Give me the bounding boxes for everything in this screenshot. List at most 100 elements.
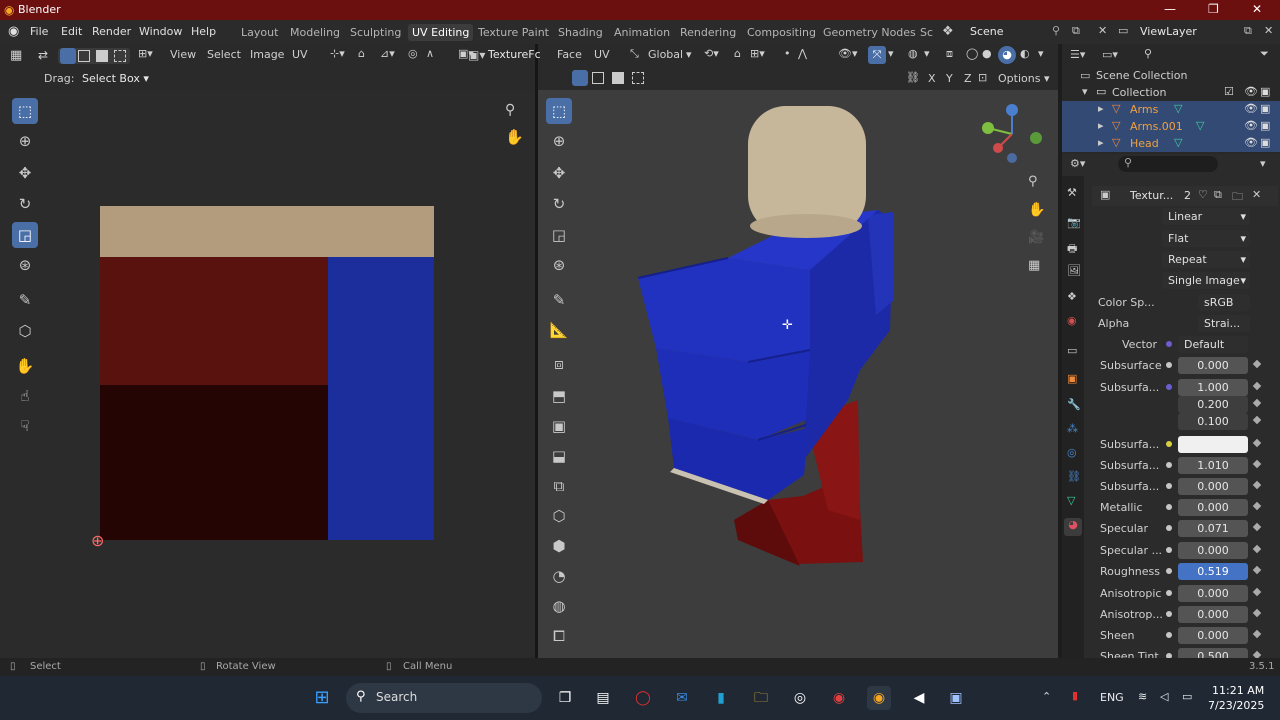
drag-select-box-dropdown[interactable]: Select Box ▾: [82, 72, 149, 85]
object-tab-icon[interactable]: ▣: [1067, 372, 1077, 385]
outliner-collection[interactable]: ▾ ▭ Collection ☑ 👁 ▣: [1062, 84, 1280, 101]
property-value-field[interactable]: 0.000: [1178, 627, 1248, 644]
property-value-field[interactable]: 1.010: [1178, 457, 1248, 474]
property-value-field[interactable]: 0.100: [1178, 413, 1248, 430]
property-value-field[interactable]: 0.000: [1178, 606, 1248, 623]
keyframe-icon[interactable]: [1252, 544, 1262, 554]
2d-cursor-icon[interactable]: ⊕: [91, 531, 104, 550]
collection-visibility-icon[interactable]: 👁: [1244, 85, 1258, 98]
arms001-render-icon[interactable]: ▣: [1260, 119, 1270, 132]
arms-visibility-icon[interactable]: 👁: [1244, 102, 1258, 115]
outliner-scene-collection[interactable]: ▭ Scene Collection: [1062, 67, 1280, 84]
blender-taskbar-icon[interactable]: ◉: [867, 686, 891, 710]
chrome-icon[interactable]: ◉: [827, 686, 851, 710]
head-visibility-icon[interactable]: 👁: [1244, 136, 1258, 149]
pivot-icon[interactable]: ⊹▾: [330, 47, 345, 60]
property-value-field[interactable]: 0.000: [1178, 478, 1248, 495]
socket-icon[interactable]: [1166, 611, 1172, 617]
editor-type-icon[interactable]: ▦: [10, 48, 22, 63]
editor-type-icon-3d[interactable]: ▣▾: [468, 48, 485, 62]
vp-annotate-tool-icon[interactable]: ✎: [546, 287, 572, 313]
uv-menu-image[interactable]: Image: [250, 48, 284, 61]
vp-edge-mode[interactable]: [592, 72, 604, 84]
keyframe-icon[interactable]: [1252, 608, 1262, 618]
outliner-display-icon[interactable]: ▭▾: [1102, 48, 1118, 61]
texture-name-field[interactable]: Textur...: [1130, 189, 1173, 202]
shading-chevron-icon[interactable]: ▾: [1038, 47, 1044, 60]
head-render-icon[interactable]: ▣: [1260, 136, 1270, 149]
sync-selection-icon[interactable]: ⇄: [38, 48, 48, 62]
keyframe-icon[interactable]: [1252, 565, 1262, 575]
outliner-search-icon[interactable]: ⚲: [1144, 47, 1152, 60]
keyframe-icon[interactable]: [1252, 381, 1262, 391]
app-icon-arrow[interactable]: ◀: [907, 686, 931, 710]
property-value-field[interactable]: 1.000: [1178, 379, 1248, 396]
app-icon-window[interactable]: ▣: [944, 686, 968, 710]
tab-scripting[interactable]: Sc: [920, 26, 933, 39]
maximize-button[interactable]: ❐: [1208, 2, 1219, 16]
auto-merge-icon[interactable]: ⊡: [978, 71, 987, 84]
shading-wireframe-icon[interactable]: ◯: [966, 47, 978, 60]
keyframe-icon[interactable]: [1252, 501, 1262, 511]
taskbar-search-box[interactable]: ⚲ Search: [346, 683, 542, 713]
pinch-tool-icon[interactable]: ☟: [12, 413, 38, 439]
tab-layout[interactable]: Layout: [241, 26, 278, 39]
menu-help[interactable]: Help: [191, 25, 216, 38]
proportional-edit-icon[interactable]: ◎: [408, 47, 418, 60]
vp-pan-icon[interactable]: ✋: [1028, 202, 1045, 218]
collection-tab-icon[interactable]: ▭: [1067, 344, 1077, 357]
collection-expand-icon[interactable]: ▾: [1082, 85, 1088, 98]
tab-compositing[interactable]: Compositing: [747, 26, 816, 39]
delete-view-layer-icon[interactable]: ✕: [1264, 24, 1273, 37]
tab-rendering[interactable]: Rendering: [680, 26, 736, 39]
menu-edit[interactable]: Edit: [61, 25, 82, 38]
close-window-button[interactable]: ✕: [1252, 2, 1262, 16]
properties-search-field[interactable]: ⚲: [1118, 156, 1218, 172]
vp-extrude-tool-icon[interactable]: ⬒: [546, 383, 572, 409]
clock-time[interactable]: 11:21 AM: [1212, 684, 1264, 697]
outliner-item-head[interactable]: ▸ ▽ Head ▽ 👁 ▣: [1062, 135, 1280, 152]
visibility-icon[interactable]: 👁▾: [838, 47, 858, 60]
orientation-chevron-icon[interactable]: ▾: [686, 48, 692, 61]
snap-icon-3d[interactable]: ⌂: [734, 47, 741, 60]
socket-icon[interactable]: [1166, 362, 1172, 368]
tab-shading[interactable]: Shading: [558, 26, 603, 39]
scene-tab-icon[interactable]: ❖: [1067, 290, 1077, 303]
duplicate-icon[interactable]: ⧉: [1214, 188, 1222, 202]
shading-material-icon[interactable]: ◕: [998, 46, 1016, 64]
grab-tool-icon[interactable]: ✋: [12, 353, 38, 379]
outliner-item-arms[interactable]: ▸ ▽ Arms ▽ 👁 ▣: [1062, 101, 1280, 118]
keyframe-icon[interactable]: [1252, 359, 1262, 369]
socket-icon[interactable]: [1166, 568, 1172, 574]
3d-cursor-icon[interactable]: ✛: [782, 318, 793, 333]
socket-icon[interactable]: [1166, 525, 1172, 531]
interpolation-dropdown[interactable]: Linear ▾: [1162, 208, 1250, 225]
tab-sculpting[interactable]: Sculpting: [350, 26, 401, 39]
transform-tool-icon[interactable]: ⊛: [12, 252, 38, 278]
outliner-editor-icon[interactable]: ☰▾: [1070, 48, 1085, 61]
vp-polybuild-tool-icon[interactable]: ⬢: [546, 533, 572, 559]
unlink-icon[interactable]: ✕: [1252, 188, 1261, 201]
properties-options-icon[interactable]: ▾: [1260, 157, 1266, 170]
arms-render-icon[interactable]: ▣: [1260, 102, 1270, 115]
wifi-icon[interactable]: ≋: [1138, 690, 1147, 703]
vp-zoom-icon[interactable]: ⚲: [1028, 174, 1038, 189]
open-folder-icon[interactable]: 🗀: [1232, 188, 1243, 207]
vector-socket-icon[interactable]: [1166, 341, 1172, 347]
navigation-gizmo[interactable]: [978, 100, 1048, 170]
3d-viewport[interactable]: ⬚ ⊕ ✥ ↻ ◲ ⊛ ✎ 📐 ⧈ ⬒ ▣ ⬓ ⧉ ⬡ ⬢ ◔ ◍ ⧠ ⚲ ✋ …: [538, 90, 1058, 658]
vp-move-tool-icon[interactable]: ✥: [546, 160, 572, 186]
axis-lock-icon[interactable]: ⛓: [906, 71, 920, 84]
socket-icon[interactable]: [1166, 547, 1172, 553]
vp-bevel-tool-icon[interactable]: ⬓: [546, 443, 572, 469]
vp-island-mode[interactable]: [632, 72, 644, 84]
island-mode-button[interactable]: [114, 50, 126, 62]
keyframe-icon[interactable]: [1252, 415, 1262, 425]
battery-icon[interactable]: ▭: [1182, 690, 1192, 703]
gizmo-chevron-icon[interactable]: ▾: [888, 47, 894, 60]
vp-rotate-tool-icon[interactable]: ↻: [546, 191, 572, 217]
face-mode-button[interactable]: [96, 50, 108, 62]
expand-arms-icon[interactable]: ▸: [1098, 102, 1104, 115]
menu-face[interactable]: Face: [557, 48, 582, 61]
projection-dropdown[interactable]: Flat ▾: [1162, 230, 1250, 247]
